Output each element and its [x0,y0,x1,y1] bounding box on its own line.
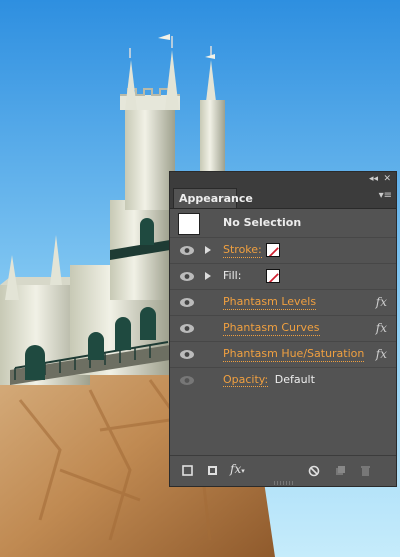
visibility-eye-icon[interactable] [179,271,195,282]
expand-triangle-icon[interactable] [205,246,211,254]
resize-grip[interactable] [274,481,294,485]
appearance-panel: ◂◂ ✕ Appearance ▾≡ No Selection Stroke: … [169,171,397,487]
effect-row[interactable]: Phantasm Hue/Saturation fx [170,342,396,368]
selection-thumbnail [178,213,200,235]
fx-icon[interactable]: fx [376,295,387,309]
duplicate-item-icon[interactable] [335,465,346,479]
opacity-value: Default [274,373,315,386]
collapse-icon[interactable]: ◂◂ [369,172,378,186]
clear-appearance-icon[interactable] [308,465,320,480]
opacity-row-text: Opacity: Default [223,373,315,387]
opacity-label[interactable]: Opacity: [223,373,269,387]
opacity-row[interactable]: Opacity: Default [170,368,396,393]
expand-triangle-icon[interactable] [205,272,211,280]
fill-label: Fill: [223,269,242,282]
stroke-label[interactable]: Stroke: [223,243,262,258]
stroke-row[interactable]: Stroke: [170,238,396,264]
visibility-eye-icon[interactable] [179,245,195,256]
visibility-eye-icon[interactable] [179,349,195,360]
effect-phantasm-hue-saturation[interactable]: Phantasm Hue/Saturation [223,347,365,362]
stroke-swatch[interactable] [266,243,280,257]
add-new-stroke-icon[interactable] [182,465,193,479]
fx-icon[interactable]: fx [376,321,387,335]
fill-swatch[interactable] [266,269,280,283]
visibility-eye-icon[interactable] [179,375,195,386]
delete-item-icon[interactable] [360,465,371,480]
effect-phantasm-curves[interactable]: Phantasm Curves [223,321,320,336]
effect-phantasm-levels[interactable]: Phantasm Levels [223,295,317,310]
add-new-fill-icon[interactable] [207,465,218,479]
panel-bottom-toolbar: fx▾ [170,455,396,486]
visibility-eye-icon[interactable] [179,323,195,334]
panel-tab-row: Appearance ▾≡ [170,186,396,209]
panel-title-bar[interactable]: ◂◂ ✕ [170,172,396,187]
effect-row[interactable]: Phantasm Curves fx [170,316,396,342]
selection-label: No Selection [223,216,302,229]
add-new-effect-icon[interactable]: fx▾ [230,463,245,477]
panel-menu-icon[interactable]: ▾≡ [379,190,392,202]
visibility-eye-icon[interactable] [179,297,195,308]
none-swatch-icon [268,273,279,282]
tab-appearance[interactable]: Appearance [173,188,253,208]
none-swatch-icon [268,247,279,256]
fx-icon[interactable]: fx [376,347,387,361]
close-icon[interactable]: ✕ [383,172,391,186]
selection-row: No Selection [170,209,396,238]
fill-row[interactable]: Fill: [170,264,396,290]
effect-row[interactable]: Phantasm Levels fx [170,290,396,316]
